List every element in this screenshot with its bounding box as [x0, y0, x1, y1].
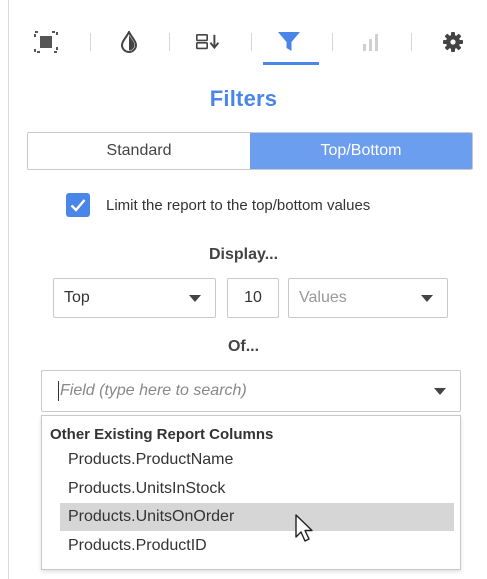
limit-checkbox-row[interactable]: Limit the report to the top/bottom value… [66, 193, 370, 217]
list-item[interactable]: Products.ProductID [60, 532, 454, 560]
unit-select[interactable]: Values [288, 278, 448, 318]
mouse-pointer-icon [295, 514, 313, 542]
of-label: Of... [227, 338, 260, 355]
panel-title: Filters [209, 86, 278, 111]
toolbar-separator [90, 33, 91, 51]
active-tab-indicator [263, 62, 319, 65]
direction-select-value: Top [64, 289, 90, 306]
direction-select[interactable]: Top [53, 278, 216, 318]
chevron-down-icon [421, 294, 433, 302]
list-item[interactable]: Products.UnitsInStock [60, 475, 454, 503]
text-cursor [58, 381, 59, 401]
select-frame-icon[interactable] [34, 30, 58, 54]
droplet-icon[interactable] [117, 30, 141, 54]
field-search-input[interactable]: Field (type here to search) [41, 370, 461, 412]
filter-icon[interactable] [277, 30, 301, 54]
toolbar-separator [411, 33, 412, 51]
limit-checkbox[interactable] [66, 193, 90, 217]
toolbar-separator [169, 33, 170, 51]
toolbar-separator [332, 33, 333, 51]
list-item-highlighted[interactable]: Products.UnitsOnOrder [60, 503, 454, 531]
gear-icon[interactable] [441, 30, 465, 54]
filter-mode-toggle: Standard Top/Bottom [27, 132, 473, 170]
tab-standard[interactable]: Standard [28, 133, 250, 169]
tab-top-bottom[interactable]: Top/Bottom [250, 133, 472, 169]
count-input[interactable]: 10 [227, 278, 279, 318]
toolbar [9, 0, 479, 70]
bar-chart-icon [359, 30, 383, 54]
unit-select-placeholder: Values [299, 289, 347, 306]
chevron-down-icon [189, 294, 201, 302]
toolbar-separator [251, 33, 252, 51]
field-dropdown-list: Other Existing Report Columns Products.P… [41, 415, 461, 570]
list-item[interactable]: Products.ProductName [60, 446, 454, 474]
limit-checkbox-label: Limit the report to the top/bottom value… [106, 196, 371, 214]
field-search-placeholder: Field (type here to search) [60, 382, 247, 399]
sort-icon[interactable] [196, 30, 220, 54]
chevron-down-icon[interactable] [434, 387, 446, 395]
display-label: Display... [208, 246, 279, 263]
checkmark-icon [70, 199, 86, 212]
dropdown-group-header: Other Existing Report Columns [50, 426, 274, 443]
